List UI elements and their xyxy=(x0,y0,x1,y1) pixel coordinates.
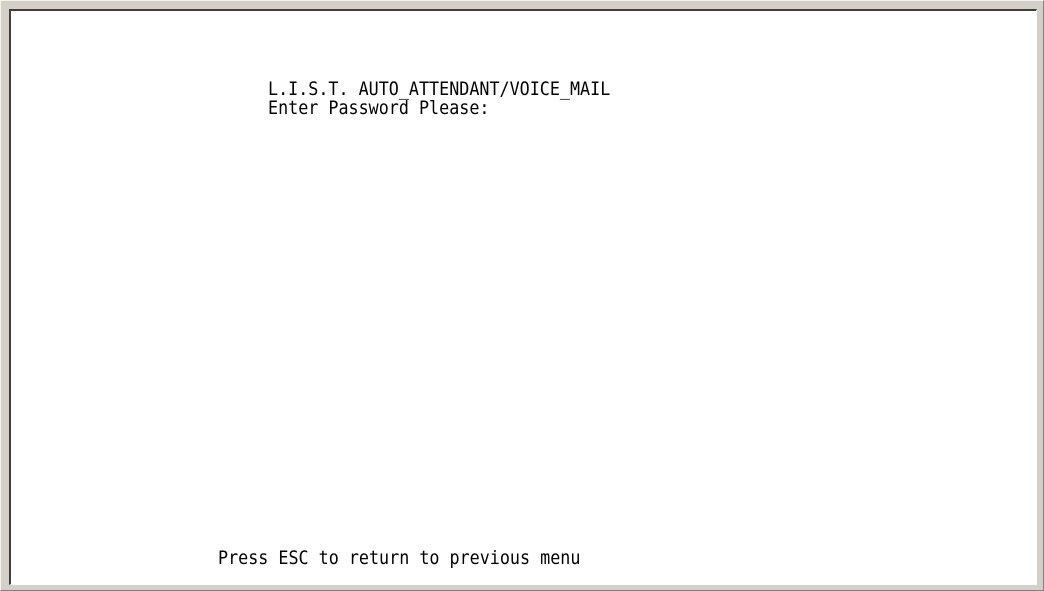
terminal-screen[interactable]: L.I.S.T. AUTO_ATTENDANT/VOICE_MAIL Enter… xyxy=(9,9,1037,585)
screen-title: L.I.S.T. AUTO_ATTENDANT/VOICE_MAIL xyxy=(268,78,611,100)
password-prompt[interactable]: Enter Password Please: xyxy=(268,98,489,118)
footer-hint: Press ESC to return to previous menu xyxy=(218,547,581,569)
terminal-window: L.I.S.T. AUTO_ATTENDANT/VOICE_MAIL Enter… xyxy=(0,0,1044,591)
